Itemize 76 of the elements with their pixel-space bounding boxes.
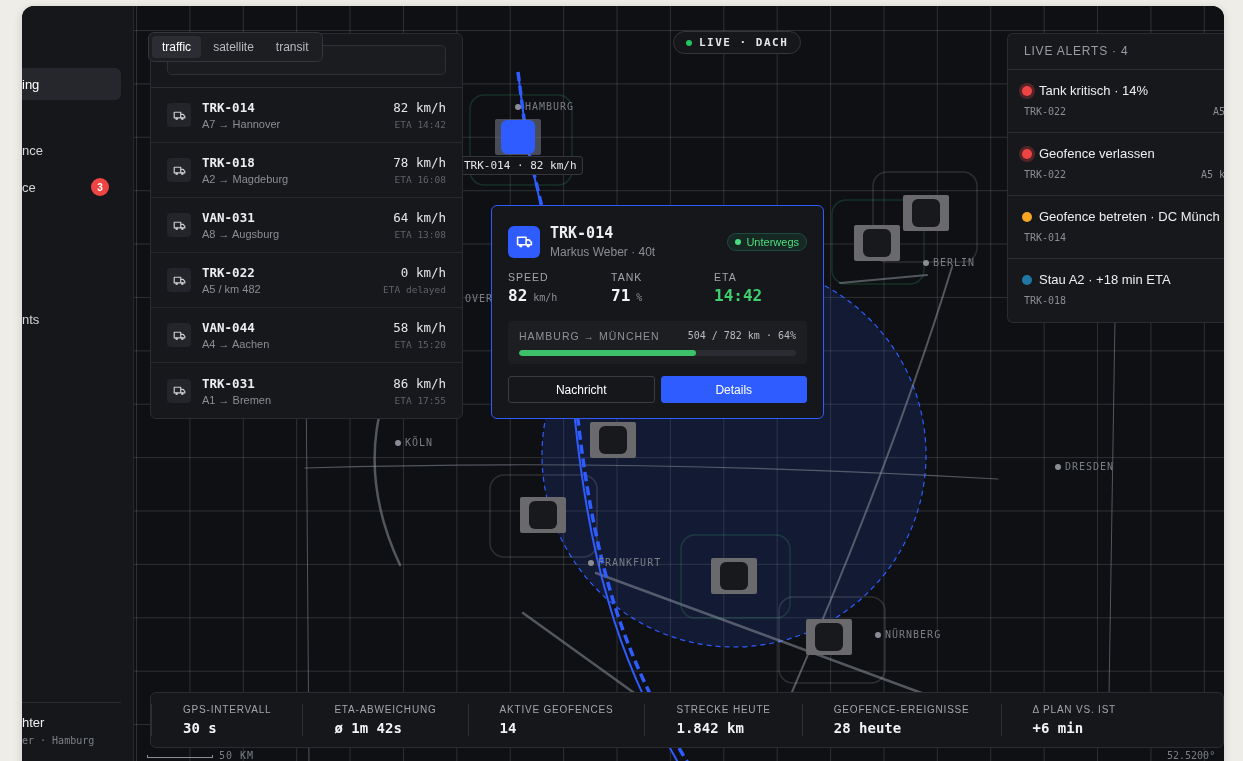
stat-label: TANK [611, 271, 644, 283]
item-label: nce [22, 142, 43, 158]
scale-label: 50 KM [219, 750, 255, 761]
vehicle-route: A8 → Augsburg [202, 228, 281, 240]
city-label: OVER [465, 293, 494, 304]
stat-unit: km/h [533, 292, 558, 303]
vehicle-id: TRK-014 [550, 224, 615, 242]
trip-route: HAMBURG → MÜNCHEN [519, 330, 660, 342]
vehicle-id: TRK-031 [202, 375, 256, 391]
vehicle-eta: ETA 13:08 [394, 229, 446, 240]
user-meta: er · Hamburg [22, 735, 96, 746]
city-label: BERLIN [933, 257, 976, 268]
vehicle-id: TRK-022 [202, 265, 256, 280]
alert-title: Stau A2 · +18 min ETA [1039, 272, 1171, 287]
alert-vehicle: TRK-018 [1024, 295, 1067, 306]
item-label: ce [22, 179, 36, 195]
stat-value: ø 1m 42s [334, 720, 403, 736]
stat-label: SPEED [508, 271, 550, 283]
vehicle-speed: 58 km/h [393, 320, 446, 335]
vehicle-route: A5 / km 482 [202, 283, 262, 295]
stat-value: 82 [508, 286, 528, 305]
trip-distance: 504 / 782 km · 64% [687, 330, 796, 342]
alert-location: A5 k [1200, 169, 1224, 180]
vehicle-eta: ETA 17:55 [394, 394, 446, 406]
map-coordinates: 52.5200° [1167, 750, 1216, 761]
vehicle-speed: 0 km/h [400, 265, 446, 280]
stat-label: ETA [714, 271, 738, 283]
stat-unit: % [636, 292, 643, 303]
vehicle-route: A4 → Aachen [202, 338, 271, 350]
item-label: ing [22, 76, 40, 92]
stat-value: 28 heute [833, 720, 903, 736]
vehicle-eta: ETA 14:42 [394, 119, 446, 130]
stat-label: AKTIVE GEOFENCES [499, 704, 614, 715]
vehicle-eta: ETA 16:08 [394, 174, 446, 185]
count-badge: 3 [91, 178, 109, 196]
status-label: Unterwegs [746, 235, 799, 248]
stat-value: 14:42 [714, 286, 763, 305]
alert-vehicle: TRK-014 [1024, 232, 1067, 243]
stat-label: STRECKE HEUTE [676, 704, 771, 715]
alert-title: Geofence verlassen [1039, 146, 1155, 161]
vehicle-id: TRK-014 [202, 100, 256, 115]
stat-label: GEOFENCE-EREIGNISSE [833, 704, 970, 715]
alert-title: Tank kritisch · 14% [1039, 83, 1149, 98]
vehicle-speed: 78 km/h [393, 155, 446, 170]
driver-info: Markus Weber · 40t [550, 245, 657, 259]
vehicle-route: A1 → Bremen [202, 393, 273, 406]
stat-label: ETA-ABWEICHUNG [334, 704, 437, 715]
city-label: NÜRNBERG [885, 629, 942, 640]
vehicle-route: A2 → Magdeburg [202, 173, 290, 185]
vehicle-eta: ETA delayed [383, 284, 446, 295]
stat-value: 14 [499, 720, 518, 736]
stat-value: 71 [611, 286, 631, 305]
vehicle-id: VAN-044 [202, 320, 256, 335]
alert-vehicle: TRK-022 [1024, 169, 1067, 180]
city-label: DRESDEN [1065, 461, 1115, 472]
stat-label: GPS-INTERVALL [183, 704, 272, 715]
vehicle-speed: 82 km/h [393, 100, 446, 115]
alert-location: A5 [1212, 106, 1224, 117]
stat-value: 1.842 km [676, 720, 745, 736]
item-label: nts [22, 311, 40, 327]
city-label: KÖLN [405, 437, 434, 448]
vehicle-speed: 86 km/h [393, 375, 446, 391]
vehicle-eta: ETA 15:20 [394, 339, 446, 350]
vehicle-speed: 64 km/h [393, 210, 446, 225]
vehicle-id: VAN-031 [202, 210, 256, 225]
vehicle-route: A7 → Hannover [202, 118, 282, 130]
city-label: HAMBURG [525, 101, 575, 112]
alerts-title: LIVE ALERTS · 4 [1008, 34, 1224, 70]
alert-vehicle: TRK-022 [1024, 106, 1067, 117]
stat-label: Δ PLAN VS. IST [1032, 704, 1117, 715]
alert-title: Geofence betreten · DC Münch [1039, 209, 1220, 224]
stat-value: +6 min [1032, 720, 1085, 736]
stat-value: 30 s [183, 720, 218, 736]
live-label: LIVE · DACH [699, 36, 789, 49]
vehicle-id: TRK-018 [202, 155, 256, 170]
user-name: hter [22, 715, 46, 730]
